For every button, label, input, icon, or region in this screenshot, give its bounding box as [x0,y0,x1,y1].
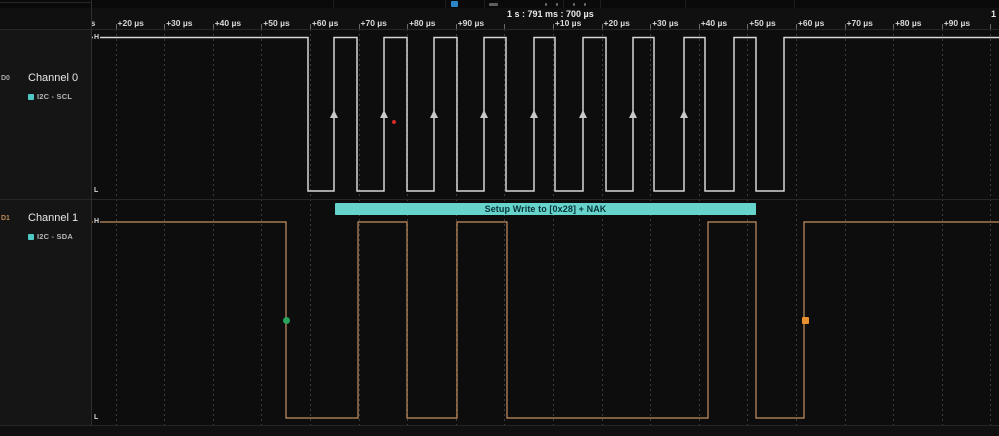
channel-name[interactable]: Channel 0 [28,72,78,84]
channel-sidebar: D0 Channel 0 I2C - SCL D1 Channel 1 I2C … [0,29,91,425]
analyzer-chip[interactable]: I2C - SCL [28,92,72,101]
analyzer-color-icon [28,234,34,240]
i2c-stop-marker [802,317,809,324]
analyzer-label: I2C - SCL [37,92,72,101]
analyzer-chip[interactable]: I2C - SDA [28,232,73,241]
bottom-strip [0,426,999,436]
i2c-start-marker [283,317,290,324]
high-level-label: H [93,218,100,226]
waveform-plot-area[interactable]: Setup Write to [0x28] + NAK HLHL [92,0,999,426]
channel-id-badge: D0 [1,75,10,82]
analyzer-color-icon [28,94,34,100]
channel-row-1[interactable]: D1 Channel 1 I2C - SDA [0,212,91,252]
low-level-label: L [93,414,99,422]
row-separator [0,199,999,200]
row-separator [0,29,999,30]
channel-id-badge: D1 [1,215,10,222]
channel-row-0[interactable]: D0 Channel 0 I2C - SCL [0,72,91,112]
channel-name[interactable]: Channel 1 [28,212,78,224]
toolbar-corner-divider [0,2,91,3]
sidebar-plot-divider [91,0,92,436]
logic-analyzer-window: 1 s : 791 ms : 700 µs 1 +10 µs+20 µs+30 … [0,0,999,436]
sda-waveform [92,0,999,426]
analyzer-label: I2C - SDA [37,232,73,241]
